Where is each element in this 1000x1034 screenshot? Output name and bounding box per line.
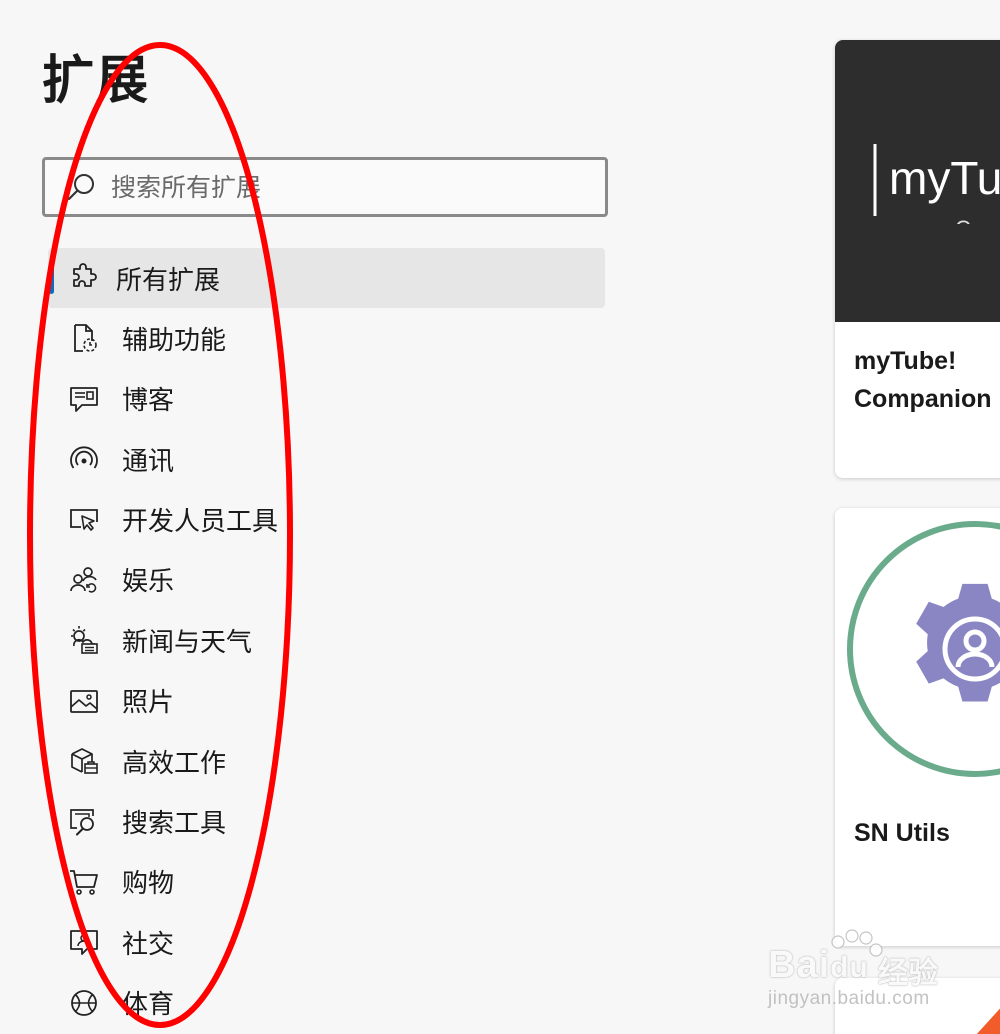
- page-title: 扩展: [42, 51, 151, 111]
- entertainment-people-icon: [70, 567, 97, 593]
- category-label: 所有扩展: [116, 265, 221, 296]
- extension-card-image: myTu Com: [835, 40, 1000, 322]
- search-box[interactable]: [42, 157, 608, 217]
- extension-card-mytube[interactable]: myTu Com myTube! Companion: [835, 40, 1000, 478]
- extension-card-partial[interactable]: [835, 978, 1000, 1034]
- category-item-developer-tools[interactable]: 开发人员工具: [48, 490, 608, 550]
- category-label: 高效工作: [122, 748, 227, 779]
- category-label: 购物: [122, 869, 175, 900]
- accessibility-document-icon: [74, 324, 97, 353]
- category-item-social[interactable]: 社交: [48, 912, 608, 972]
- category-label: 社交: [122, 929, 175, 960]
- category-item-entertainment[interactable]: 娱乐: [48, 550, 608, 610]
- category-item-accessibility[interactable]: 辅助功能: [48, 308, 608, 368]
- extension-title-line: Companion: [854, 385, 992, 413]
- search-icon: [67, 174, 94, 201]
- search-tools-icon: [70, 808, 94, 836]
- category-label: 开发人员工具: [122, 507, 279, 538]
- category-item-shopping[interactable]: 购物: [48, 852, 608, 912]
- gear-icon: [916, 583, 1000, 702]
- extension-title-line: SN Utils: [854, 819, 950, 847]
- category-item-search-tools[interactable]: 搜索工具: [48, 792, 608, 852]
- puzzle-icon: [73, 263, 97, 287]
- social-icon: [70, 930, 98, 956]
- extension-title-line: myTube!: [854, 347, 957, 375]
- sports-ball-icon: [71, 989, 97, 1016]
- category-item-blogs[interactable]: 博客: [48, 369, 608, 429]
- category-item-sports[interactable]: 体育: [48, 973, 608, 1033]
- extension-card-title: myTube! Companion: [835, 322, 1000, 418]
- category-item-productivity[interactable]: 高效工作: [48, 731, 608, 791]
- category-label: 照片: [122, 688, 175, 719]
- developer-tools-icon: [70, 508, 98, 531]
- communication-broadcast-icon: [70, 446, 98, 469]
- extension-card-image: [835, 508, 1000, 790]
- blog-comment-icon: [70, 386, 98, 412]
- category-label: 博客: [122, 386, 175, 417]
- photo-icon: [70, 689, 98, 713]
- category-label: 娱乐: [122, 567, 175, 598]
- sn-utils-logo: [847, 521, 1000, 777]
- shopping-cart-icon: [70, 870, 98, 895]
- mytube-logo-subtext: Com: [955, 216, 1000, 224]
- extension-card-partial-logo: [976, 1008, 1000, 1034]
- category-item-all-extensions[interactable]: 所有扩展: [48, 248, 605, 308]
- extension-card-title: SN Utils: [835, 790, 1000, 852]
- category-label: 新闻与天气: [122, 627, 253, 658]
- mytube-logo-text: myTu: [889, 152, 1000, 204]
- mytube-logo: myTu Com: [873, 144, 1000, 224]
- category-item-news-weather[interactable]: 新闻与天气: [48, 610, 608, 670]
- category-label: 辅助功能: [122, 325, 227, 356]
- search-input[interactable]: [111, 172, 551, 202]
- news-weather-icon: [71, 626, 98, 655]
- extension-card-sn-utils[interactable]: SN Utils: [835, 508, 1000, 946]
- category-label: 通讯: [122, 446, 175, 477]
- category-list: 所有扩展 辅助功能 博客 通讯 开发人员工具 娱乐 新闻与天气 照片 高效工作 …: [48, 248, 608, 1033]
- category-item-communication[interactable]: 通讯: [48, 429, 608, 489]
- category-label: 体育: [122, 990, 175, 1021]
- category-item-photos[interactable]: 照片: [48, 671, 608, 731]
- category-label: 搜索工具: [122, 809, 227, 840]
- productivity-icon: [71, 748, 98, 774]
